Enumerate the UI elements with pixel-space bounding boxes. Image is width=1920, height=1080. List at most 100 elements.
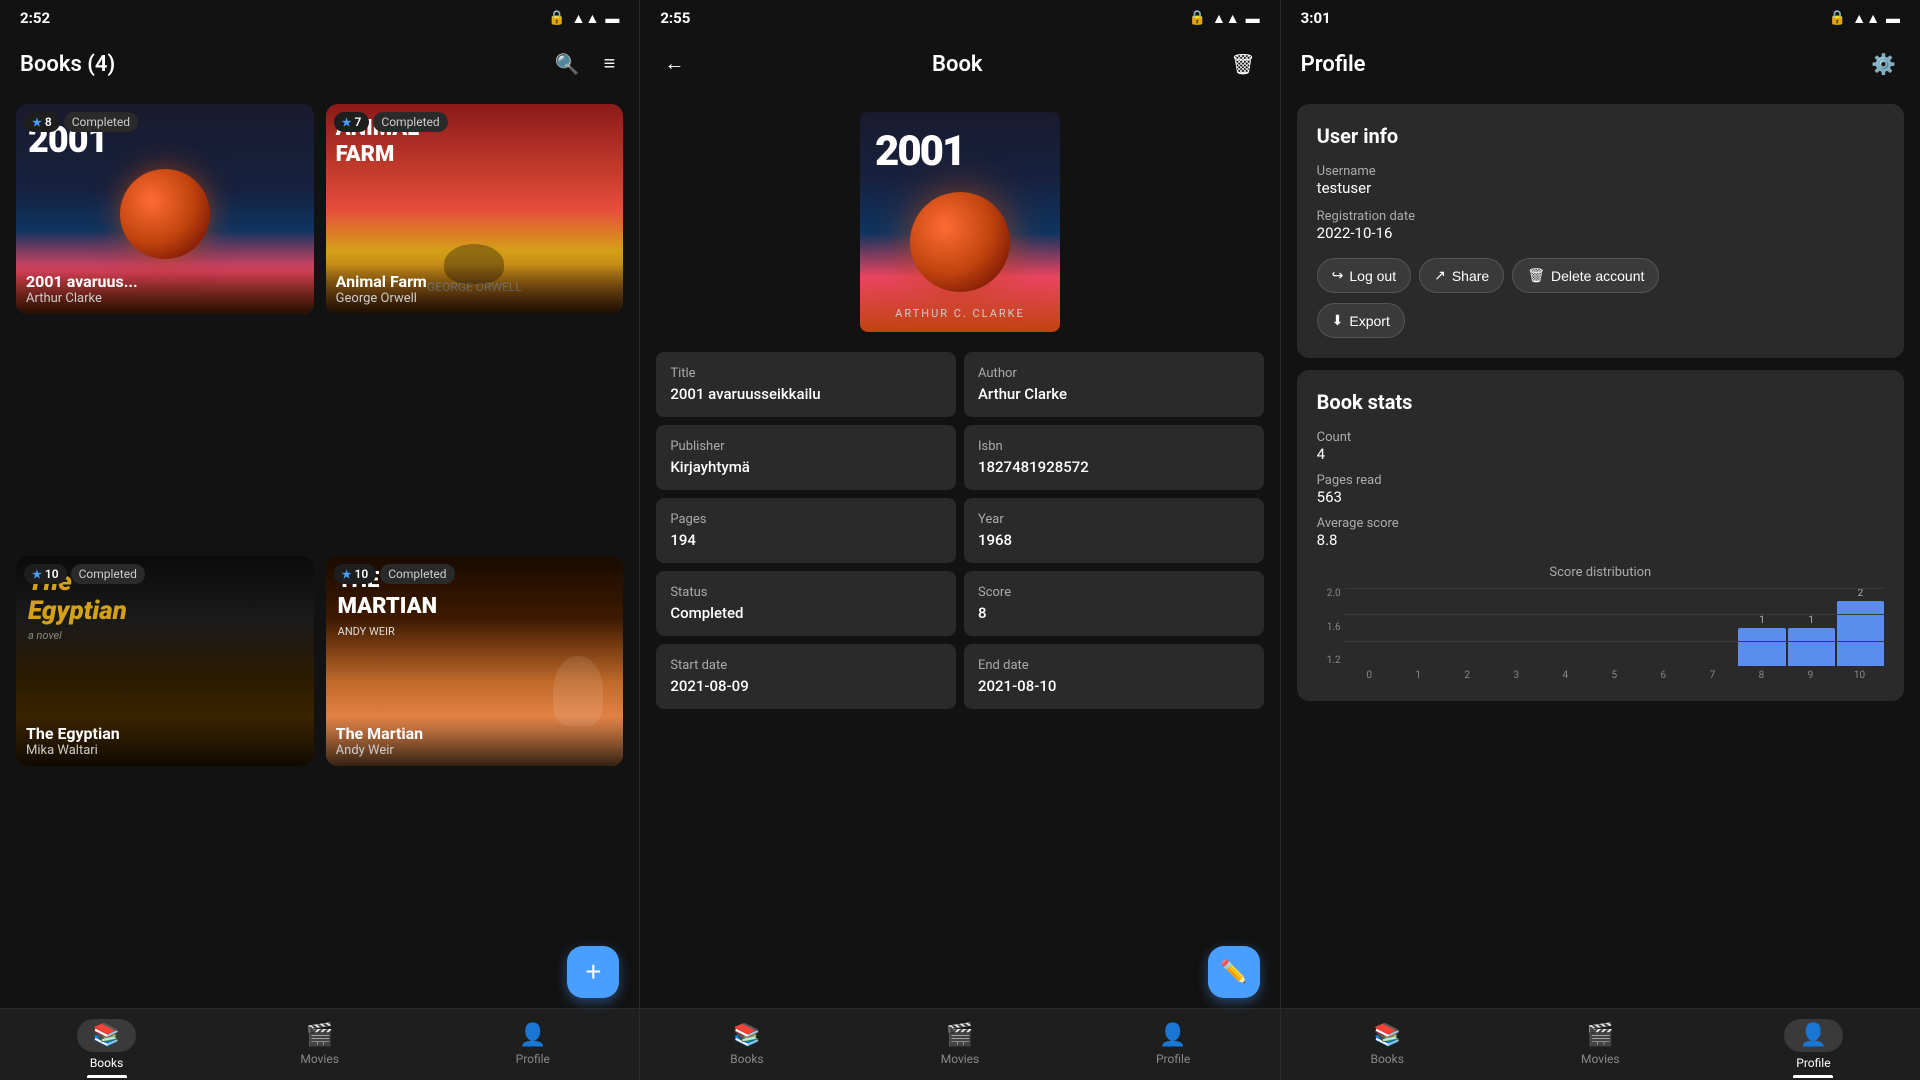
chart-bar-8	[1738, 628, 1785, 666]
back-button[interactable]: ←	[660, 49, 688, 80]
book-title-2001: 2001 avaruus...	[26, 272, 304, 291]
avg-row: Average score 8.8	[1317, 516, 1884, 549]
chart-bar-col-1	[1394, 588, 1441, 666]
pages-value: 563	[1317, 488, 1884, 506]
detail-status-cell: Status Completed	[656, 571, 956, 636]
book-card-2001[interactable]: 2001 ★8 Completed 2001 avaruus... Arthur…	[16, 104, 314, 314]
nav-movies[interactable]: 🎬 Movies	[213, 1015, 426, 1074]
nav-books-profile[interactable]: 📚 Books	[1281, 1015, 1494, 1074]
wifi-icon-detail: ▲▲	[1212, 10, 1240, 27]
nav-profile-detail[interactable]: 👤 Profile	[1067, 1015, 1280, 1074]
avg-label: Average score	[1317, 516, 1884, 531]
delete-account-button[interactable]: 🗑 Delete account	[1512, 258, 1659, 293]
books-nav-icon-profile: 📚	[1374, 1023, 1401, 1048]
nav-books-detail[interactable]: 📚 Books	[640, 1015, 853, 1074]
movies-nav-label-profile: Movies	[1581, 1052, 1620, 1066]
delete-account-label: Delete account	[1551, 268, 1644, 284]
status-bar-profile: 3:01 🔒 ▲▲ ▬	[1281, 0, 1920, 36]
nav-movies-profile[interactable]: 🎬 Movies	[1494, 1015, 1707, 1074]
wifi-icon: ▲▲	[572, 10, 600, 27]
detail-author-cell: Author Arthur Clarke	[964, 352, 1264, 417]
detail-year-cell: Year 1968	[964, 498, 1264, 563]
detail-pages-cell: Pages 194	[656, 498, 956, 563]
chart-bar-10	[1837, 601, 1884, 666]
profile-action-btns: ↪ Log out ↗ Share 🗑 Delete account	[1317, 258, 1884, 293]
profile-nav-icon: 👤	[519, 1023, 546, 1048]
status-icons-detail: 🔒 ▲▲ ▬	[1189, 10, 1260, 27]
books-nav-icon: 📚	[93, 1023, 120, 1048]
book-cover-large: 2001 ARTHUR C. CLARKE	[656, 92, 1263, 352]
chart-bar-col-10: 2	[1837, 588, 1884, 666]
battery-icon-profile: ▬	[1886, 10, 1900, 27]
chart-bar-col-5	[1591, 588, 1638, 666]
pages-label: Pages read	[1317, 473, 1884, 488]
export-button[interactable]: ⬇ Export	[1317, 303, 1405, 338]
share-icon: ↗	[1434, 267, 1446, 284]
username-label: Username	[1317, 164, 1884, 179]
nav-profile-profile[interactable]: 👤 Profile	[1707, 1011, 1920, 1078]
profile-bottom-nav: 📚 Books 🎬 Movies 👤 Profile	[1281, 1008, 1920, 1080]
books-nav-label-detail: Books	[730, 1052, 763, 1066]
y-label-12: 1.2	[1317, 655, 1341, 666]
nav-movies-detail[interactable]: 🎬 Movies	[853, 1015, 1066, 1074]
detail-score-cell: Score 8	[964, 571, 1264, 636]
status-icons-profile: 🔒 ▲▲ ▬	[1829, 10, 1900, 27]
profile-nav-label: Profile	[516, 1052, 550, 1066]
book-badge-2001: ★8 Completed	[24, 112, 138, 132]
delete-book-button[interactable]: 🗑	[1226, 48, 1259, 81]
book-info-animal: Animal Farm George Orwell	[326, 264, 624, 314]
battery-icon-detail: ▬	[1246, 10, 1260, 27]
books-nav-label-profile: Books	[1370, 1052, 1403, 1066]
book-author-egyptian: Mika Waltari	[26, 743, 304, 758]
books-grid: 2001 ★8 Completed 2001 avaruus... Arthur…	[0, 92, 639, 1008]
book-stats-title: Book stats	[1317, 390, 1884, 414]
book-stats-card: Book stats Count 4 Pages read 563 Averag…	[1297, 370, 1904, 701]
book-author-animal: George Orwell	[336, 291, 614, 306]
book-card-egyptian[interactable]: TheEgyptian a novel ★10 Completed The Eg…	[16, 556, 314, 766]
nav-books[interactable]: 📚 Books	[0, 1011, 213, 1078]
status-bar-detail: 2:55 🔒 ▲▲ ▬	[640, 0, 1279, 36]
user-info-title: User info	[1317, 124, 1884, 148]
book-card-animal[interactable]: ANIMALFARM GEORGE ORWELL ★7 Completed An…	[326, 104, 624, 314]
chart-bar-col-9: 1	[1788, 588, 1835, 666]
logout-label: Log out	[1349, 268, 1396, 284]
add-book-fab[interactable]: +	[567, 946, 619, 998]
status-icons-books: 🔒 ▲▲ ▬	[548, 10, 619, 27]
username-row: Username testuser	[1317, 164, 1884, 197]
movies-nav-icon-profile: 🎬	[1587, 1023, 1614, 1048]
user-info-card: User info Username testuser Registration…	[1297, 104, 1904, 358]
regdate-row: Registration date 2022-10-16	[1317, 209, 1884, 242]
nav-profile[interactable]: 👤 Profile	[426, 1015, 639, 1074]
username-value: testuser	[1317, 179, 1884, 197]
share-label: Share	[1452, 268, 1489, 284]
share-button[interactable]: ↗ Share	[1419, 258, 1504, 293]
profile-content: User info Username testuser Registration…	[1281, 92, 1920, 1008]
status-bar-books: 2:52 🔒 ▲▲ ▬	[0, 0, 639, 36]
books-nav-label: Books	[90, 1056, 123, 1070]
chart-bar-col-8: 1	[1738, 588, 1785, 666]
filter-button[interactable]: ≡	[600, 49, 620, 80]
sim-icon: 🔒	[548, 10, 565, 26]
book-detail-content: 2001 ARTHUR C. CLARKE Title 2001 avaruus…	[640, 92, 1279, 1008]
detail-grid: Title 2001 avaruusseikkailu Author Arthu…	[656, 352, 1263, 709]
detail-bottom-nav: 📚 Books 🎬 Movies 👤 Profile	[640, 1008, 1279, 1080]
book-detail-panel: 2:55 🔒 ▲▲ ▬ ← Book 🗑 2001 ARTHUR C. CLAR…	[640, 0, 1280, 1080]
profile-panel: 3:01 🔒 ▲▲ ▬ Profile ⚙️ User info Usernam…	[1281, 0, 1920, 1080]
search-button[interactable]: 🔍	[551, 48, 584, 81]
export-icon: ⬇	[1332, 312, 1344, 329]
logout-button[interactable]: ↪ Log out	[1317, 258, 1411, 293]
book-card-martian[interactable]: THEMARTIAN ANDY WEIR ★10 Completed The M…	[326, 556, 624, 766]
detail-isbn-cell: Isbn 1827481928572	[964, 425, 1264, 490]
edit-book-fab[interactable]: ✏️	[1208, 946, 1260, 998]
profile-nav-icon-profile: 👤	[1800, 1023, 1827, 1048]
book-badge-egyptian: ★10 Completed	[24, 564, 145, 584]
books-nav-icon-detail: 📚	[733, 1023, 760, 1048]
books-bottom-nav: 📚 Books 🎬 Movies 👤 Profile	[0, 1008, 639, 1080]
chart-bar-col-7	[1689, 588, 1736, 666]
detail-title: Book	[932, 52, 982, 77]
y-label-2: 2.0	[1317, 588, 1341, 599]
settings-button[interactable]: ⚙️	[1867, 48, 1900, 81]
detail-top-bar: ← Book 🗑	[640, 36, 1279, 92]
count-label: Count	[1317, 430, 1884, 445]
chart-bar-col-6	[1640, 588, 1687, 666]
